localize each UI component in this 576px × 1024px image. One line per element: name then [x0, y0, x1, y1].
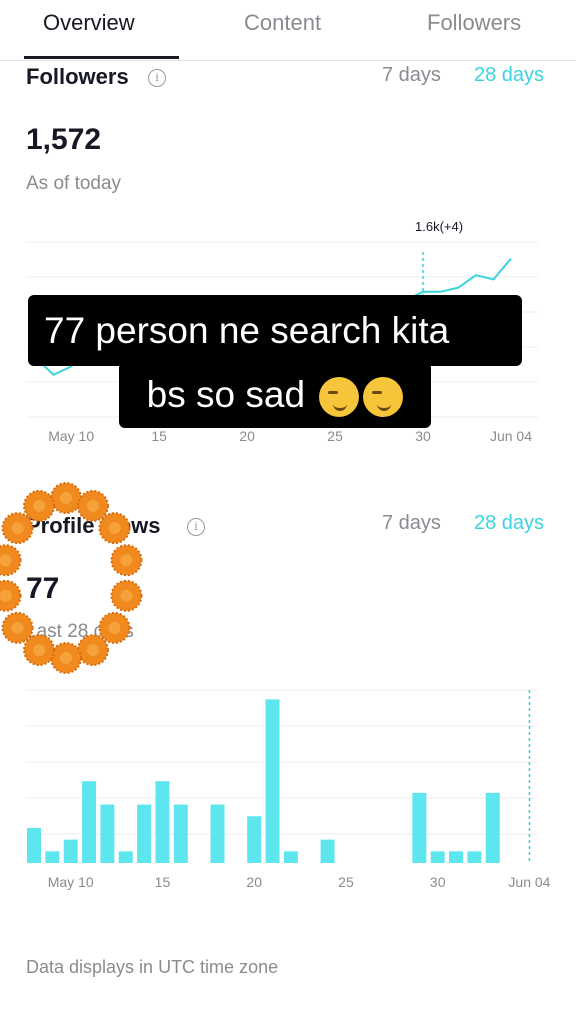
tab-overview[interactable]: Overview — [43, 10, 135, 36]
profile-views-bar — [118, 851, 133, 863]
marigold-center — [60, 492, 72, 504]
followers-title: Followers — [26, 64, 129, 89]
marigold-center — [120, 554, 133, 567]
profile-views-bar — [485, 792, 500, 863]
x-tick-label: 20 — [246, 874, 262, 890]
profile-views-bar — [412, 792, 427, 863]
x-tick-label: 15 — [155, 874, 171, 890]
profile-views-bar — [173, 804, 188, 863]
x-tick-label: 20 — [239, 428, 255, 444]
profile-views-bar — [137, 804, 152, 863]
marigold-center — [108, 621, 121, 634]
profile-views-bar — [82, 781, 97, 863]
profile-views-bar — [155, 781, 170, 863]
x-tick-label: May 10 — [48, 428, 94, 444]
followers-range-28-days[interactable]: 28 days — [474, 64, 544, 87]
tab-content[interactable]: Content — [244, 10, 321, 36]
active-tab-indicator — [24, 56, 179, 59]
profile-views-range-28-days[interactable]: 28 days — [474, 512, 544, 535]
x-tick-label: May 10 — [48, 874, 94, 890]
x-tick-label: 25 — [327, 428, 343, 444]
profile-views-bar — [467, 851, 482, 863]
tab-followers[interactable]: Followers — [427, 10, 521, 36]
profile-views-bar — [27, 827, 41, 863]
caption-line-2-text: bs so sad — [146, 374, 306, 415]
followers-subtitle: As of today — [26, 173, 122, 194]
profile-views-bar — [247, 816, 262, 863]
profile-views-bar — [210, 804, 225, 863]
profile-views-bar — [449, 851, 464, 863]
x-tick-label: Jun 04 — [490, 428, 532, 444]
profile-views-bar — [45, 851, 60, 863]
caption-line-1: 77 person ne search kita — [28, 295, 522, 366]
profile-views-bar — [283, 851, 298, 863]
profile-views-bar — [265, 699, 280, 863]
profile-views-range-7-days[interactable]: 7 days — [382, 512, 441, 535]
marigold-center — [11, 522, 24, 535]
x-tick-label: 30 — [430, 874, 446, 890]
marigold-center — [0, 554, 12, 567]
marigold-center — [60, 652, 72, 664]
marigold-center — [11, 621, 24, 634]
marigold-center — [33, 644, 46, 657]
followers-total: 1,572 — [26, 123, 102, 156]
marigold-garland-sticker — [0, 482, 143, 674]
x-tick-label: 25 — [338, 874, 354, 890]
smirking-face-icon — [363, 377, 404, 418]
profile-views-bar — [430, 851, 445, 863]
smirking-face-icon — [319, 377, 360, 418]
caption-line-2: bs so sad — [119, 362, 431, 428]
info-icon[interactable]: i — [148, 69, 166, 87]
profile-views-bar — [320, 839, 335, 863]
timezone-footnote: Data displays in UTC time zone — [26, 957, 279, 977]
x-tick-label: 30 — [415, 428, 431, 444]
marigold-center — [33, 499, 46, 512]
followers-tooltip: 1.6k(+4) — [415, 219, 463, 234]
marigold-center — [86, 644, 99, 657]
marigold-center — [86, 499, 99, 512]
followers-range-7-days[interactable]: 7 days — [382, 64, 441, 87]
tab-bar: Overview Content Followers — [0, 0, 576, 61]
profile-views-bar-chart: May 10 15 20 25 30 Jun 04 — [26, 689, 551, 890]
info-icon[interactable]: i — [187, 518, 205, 536]
marigold-center — [108, 522, 121, 535]
profile-views-bar — [63, 839, 78, 863]
x-tick-label: 15 — [151, 428, 167, 444]
x-tick-label: Jun 04 — [508, 874, 550, 890]
marigold-center — [120, 589, 133, 602]
profile-views-bar — [100, 804, 115, 863]
marigold-center — [0, 589, 12, 602]
